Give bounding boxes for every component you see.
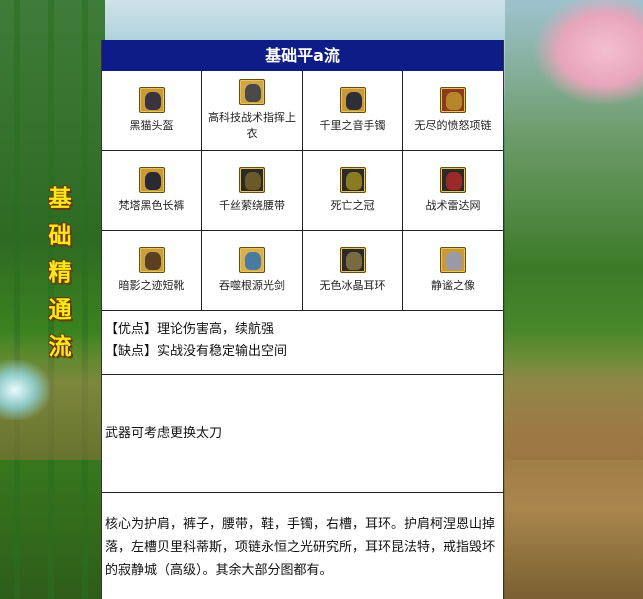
equipment-cell[interactable]: 千里之音手镯 xyxy=(303,71,403,151)
statue-icon xyxy=(440,247,466,273)
equipment-name: 无色冰晶耳环 xyxy=(319,279,386,292)
side-title-char: 基 xyxy=(48,186,72,212)
earring-icon xyxy=(339,247,366,273)
crown-icon xyxy=(339,167,366,193)
belt-icon xyxy=(239,167,265,193)
equipment-name: 无尽的愤怒项链 xyxy=(414,119,492,132)
background-light-effect xyxy=(0,360,50,420)
necklace-icon xyxy=(440,87,466,113)
equipment-name: 暗影之迹短靴 xyxy=(118,279,185,292)
bracelet-icon xyxy=(339,87,366,113)
side-title-char: 通 xyxy=(48,297,72,323)
equipment-name: 黑猫头盔 xyxy=(129,119,174,132)
helmet-icon xyxy=(138,87,165,113)
core-description: 核心为护肩，裤子，腰带，鞋，手镯，右槽，耳环。护肩柯涅恩山掉落，左槽贝里科蒂斯，… xyxy=(105,517,496,578)
equipment-cell[interactable]: 千丝萦绕腰带 xyxy=(202,151,303,231)
pants-icon xyxy=(138,167,165,193)
equipment-name: 千丝萦绕腰带 xyxy=(219,199,285,212)
equipment-name: 梵塔黑色长裤 xyxy=(118,199,185,212)
weapon-note-section: 武器可考虑更换太刀 xyxy=(102,375,503,493)
side-vertical-title: 基 础 精 通 流 xyxy=(40,182,80,364)
equipment-cell[interactable]: 战术雷达网 xyxy=(403,151,503,231)
equipment-name: 高科技战术指挥上衣 xyxy=(208,111,296,140)
equipment-cell[interactable]: 暗影之迹短靴 xyxy=(102,231,202,311)
equipment-cell[interactable]: 高科技战术指挥上衣 xyxy=(202,71,303,151)
equipment-name: 战术雷达网 xyxy=(425,199,481,212)
background-cherry-blossom xyxy=(505,0,643,599)
equipment-name: 千里之音手镯 xyxy=(319,119,386,132)
side-title-char: 流 xyxy=(48,334,72,360)
equipment-grid: 黑猫头盔 高科技战术指挥上衣 千里之音手镯 无尽的愤怒项链 梵塔黑色长裤 千丝萦… xyxy=(102,71,503,311)
panel-title: 基础平a流 xyxy=(102,40,503,71)
armor-top-icon xyxy=(239,79,265,105)
equipment-name: 死亡之冠 xyxy=(330,199,375,212)
equipment-cell[interactable]: 梵塔黑色长裤 xyxy=(102,151,202,231)
pros-cons-section: 【优点】理论伤害高，续航强 【缺点】实战没有稳定输出空间 xyxy=(102,311,503,375)
side-title-char: 精 xyxy=(48,260,72,286)
boots-icon xyxy=(138,247,165,273)
weapon-note-text: 武器可考虑更换太刀 xyxy=(105,426,223,441)
equipment-cell[interactable]: 黑猫头盔 xyxy=(102,71,202,151)
build-panel: 基础平a流 黑猫头盔 高科技战术指挥上衣 千里之音手镯 无尽的愤怒项链 梵塔黑色… xyxy=(101,40,504,599)
equipment-cell[interactable]: 无尽的愤怒项链 xyxy=(403,71,503,151)
equipment-cell[interactable]: 无色冰晶耳环 xyxy=(303,231,403,311)
equipment-cell[interactable]: 静谧之像 xyxy=(403,231,503,311)
equipment-cell[interactable]: 死亡之冠 xyxy=(303,151,403,231)
equipment-name: 静谧之像 xyxy=(431,279,475,292)
pros-text: 【优点】理论伤害高，续航强 xyxy=(105,322,275,337)
radar-net-icon xyxy=(440,167,466,193)
lightsaber-icon xyxy=(239,247,265,273)
cons-text: 【缺点】实战没有稳定输出空间 xyxy=(105,344,288,359)
side-title-char: 础 xyxy=(48,223,72,249)
equipment-cell[interactable]: 吞噬根源光剑 xyxy=(202,231,303,311)
equipment-name: 吞噬根源光剑 xyxy=(219,279,285,292)
